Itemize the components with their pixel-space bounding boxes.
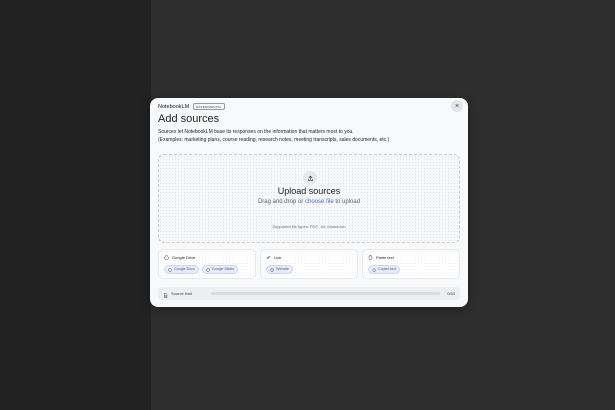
drag-drop-text: Drag and drop or (257, 199, 305, 205)
upload-icon (307, 175, 313, 181)
close-button[interactable]: × (451, 100, 463, 112)
dialog-description: Sources let NotebookLM base its response… (158, 129, 458, 144)
upload-instructions: Drag and drop or choose file to upload (159, 199, 459, 205)
google-slides-label: Google Slides (211, 267, 235, 271)
website-label: Website (276, 267, 289, 271)
dialog-content: NotebookLM EXPERIMENTAL × Add sources So… (150, 98, 468, 307)
link-card: Link Website (260, 249, 358, 279)
experimental-badge: EXPERIMENTAL (193, 103, 225, 110)
link-icon (266, 255, 271, 260)
link-label: Link (274, 255, 282, 260)
upload-title: Upload sources (277, 186, 341, 196)
copy-icon (372, 268, 376, 272)
description-line-2: (Examples: marketing plans, course readi… (158, 136, 390, 143)
source-limit-progress (210, 292, 441, 295)
slides-icon (206, 267, 210, 272)
copied-text-chip[interactable]: Copied text (368, 265, 401, 274)
source-type-cards: Google Drive Google Docs Google Slides L… (158, 249, 460, 279)
google-drive-icon (164, 255, 169, 260)
upload-button[interactable] (303, 171, 317, 185)
backdrop-left (0, 0, 151, 410)
to-upload-text: to upload (333, 199, 361, 205)
globe-icon (270, 267, 274, 272)
description-line-1: Sources let NotebookLM base its response… (158, 129, 354, 135)
paste-text-card: Paste text Copied text (362, 249, 460, 279)
copied-text-label: Copied text (378, 267, 397, 271)
clipboard-icon (368, 255, 373, 260)
brand-name: NotebookLM (158, 103, 190, 110)
source-limit-count: 0/50 (447, 291, 455, 296)
google-drive-card: Google Drive Google Docs Google Slides (158, 249, 256, 279)
google-drive-label: Google Drive (172, 255, 196, 260)
google-docs-label: Google Docs (174, 267, 195, 271)
docs-icon (168, 267, 172, 272)
source-limit-label: Source limit (171, 291, 192, 296)
dialog-title: Add sources (158, 113, 220, 125)
document-icon (163, 285, 168, 303)
close-icon: × (454, 102, 460, 110)
website-chip[interactable]: Website (266, 265, 293, 274)
google-slides-chip[interactable]: Google Slides (201, 265, 239, 274)
source-limit-row: Source limit 0/50 (158, 287, 460, 300)
paste-text-label: Paste text (376, 255, 394, 260)
upload-dropzone[interactable]: Upload sources Drag and drop or choose f… (158, 154, 460, 243)
supported-file-types: Supported file types: PDF, .txt, Markdow… (272, 224, 346, 229)
choose-file-link[interactable]: choose file (305, 199, 334, 205)
google-docs-chip[interactable]: Google Docs (164, 265, 199, 274)
dialog-header: NotebookLM EXPERIMENTAL (158, 103, 225, 110)
